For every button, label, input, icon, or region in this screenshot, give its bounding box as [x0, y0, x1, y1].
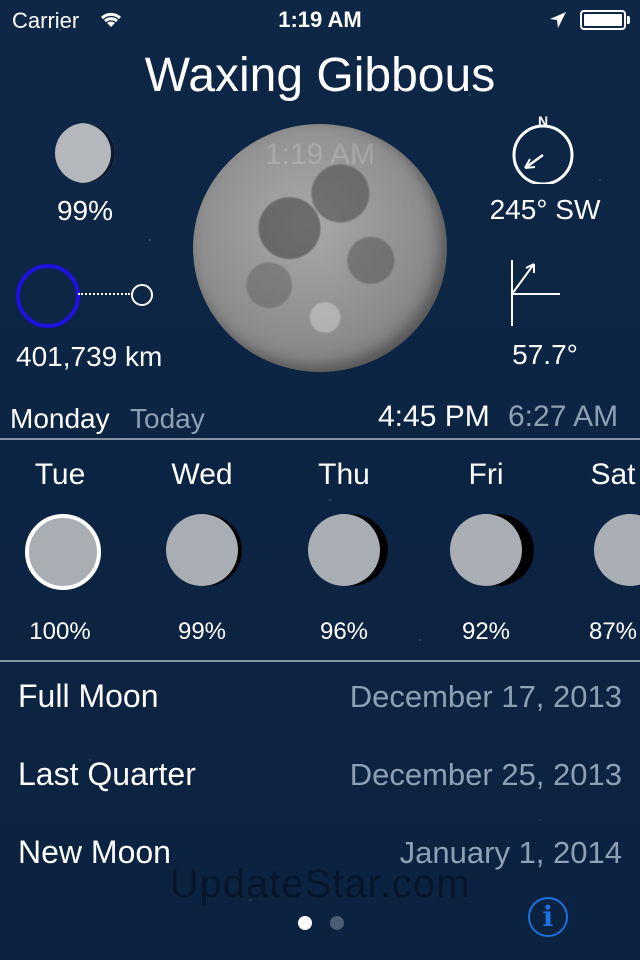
- altitude-angle-icon: [511, 260, 560, 326]
- forecast-day-label: Wed: [171, 458, 233, 491]
- forecast-percent: 96%: [319, 618, 369, 645]
- moon-overlay-time: 1:19 AM: [264, 138, 376, 171]
- day-relative: Today: [130, 403, 205, 434]
- day-name: Monday: [10, 403, 110, 434]
- divider: [0, 438, 640, 440]
- altitude-value: 57.7°: [512, 339, 578, 370]
- event-date: December 17, 2013: [349, 679, 622, 714]
- forecast-percent: 99%: [177, 618, 227, 645]
- forecast-moon-icon[interactable]: [25, 514, 101, 590]
- forecast-moon-icon: [594, 514, 640, 586]
- battery-icon: [580, 10, 626, 30]
- forecast-item-partial[interactable]: Sat 87%: [558, 458, 640, 658]
- moonrise-time: 4:45 PM: [378, 400, 490, 433]
- compass-icon: N: [512, 113, 574, 184]
- location-arrow-icon: [550, 12, 566, 28]
- event-name: Last Quarter: [18, 756, 196, 792]
- phase-title: Waxing Gibbous: [144, 49, 496, 102]
- illumination-moon-icon: [55, 123, 115, 183]
- forecast-percent: 100%: [29, 618, 91, 645]
- direction-value: 245° SW: [489, 194, 601, 225]
- forecast-day-label: Thu: [318, 458, 370, 491]
- distance-dotted-line: [78, 293, 130, 295]
- forecast-percent: 92%: [461, 618, 511, 645]
- event-name: Full Moon: [18, 678, 159, 714]
- page-indicator-dot[interactable]: [330, 916, 344, 930]
- info-button[interactable]: i: [528, 897, 568, 937]
- moonset-time: 6:27 AM: [508, 400, 619, 433]
- forecast-moon-icon[interactable]: [308, 514, 380, 586]
- status-bar: Carrier 1:19 AM: [0, 0, 640, 40]
- forecast-day-label: Sat: [590, 458, 636, 491]
- forecast-day-label: Tue: [34, 458, 86, 491]
- moon-circle-icon: [131, 284, 153, 306]
- forecast-moon-icon[interactable]: [166, 514, 238, 586]
- forecast-percent: 87%: [588, 618, 638, 645]
- earth-circle-icon: [16, 264, 80, 328]
- forecast-day-label: Fri: [468, 458, 504, 491]
- illumination-value: 99%: [56, 195, 114, 226]
- event-date: December 25, 2013: [349, 757, 622, 792]
- page-indicator-dot-active[interactable]: [298, 916, 312, 930]
- battery-tip: [627, 16, 630, 24]
- divider: [0, 660, 640, 662]
- forecast-moon-icon[interactable]: [450, 514, 522, 586]
- status-time: 1:19 AM: [278, 7, 362, 32]
- distance-value: 401,739 km: [16, 341, 163, 372]
